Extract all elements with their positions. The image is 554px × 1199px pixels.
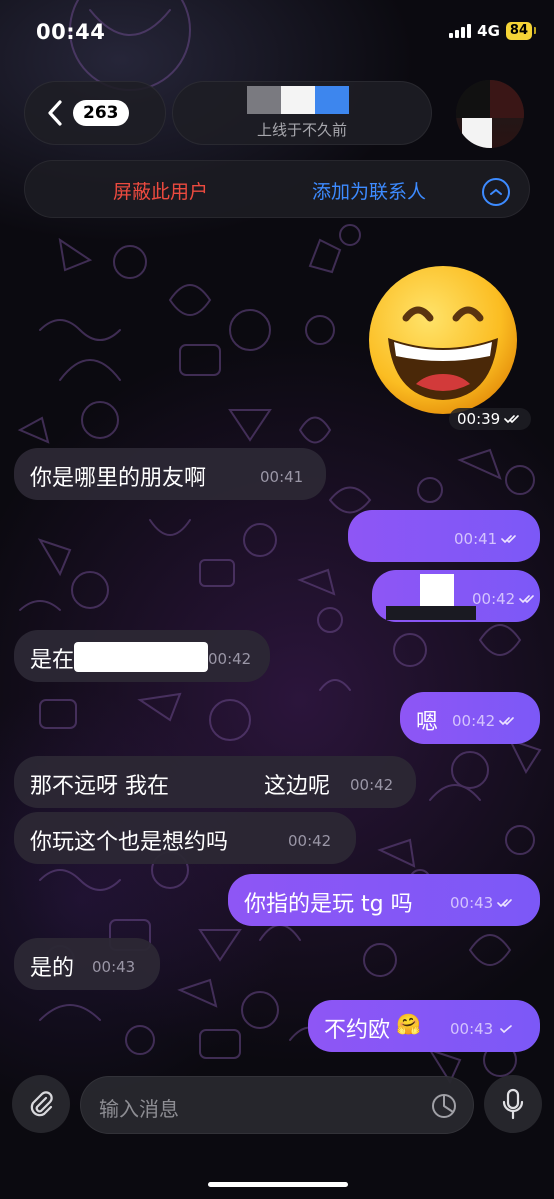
message-time: 00:42 [472,590,538,608]
message-incoming[interactable]: 你是哪里的朋友啊 00:41 [14,448,326,500]
contact-action-bar: 屏蔽此用户 添加为联系人 [24,160,530,218]
double-check-icon [519,595,535,604]
message-outgoing[interactable]: 00:42 [372,570,540,622]
paperclip-icon [30,1091,53,1117]
home-indicator [208,1182,348,1187]
attach-button[interactable] [12,1075,70,1133]
sticker-icon[interactable] [431,1093,457,1119]
message-incoming[interactable]: 是在 00:42 [14,630,270,682]
unread-count-badge: 263 [73,100,129,126]
message-incoming[interactable]: 你玩这个也是想约吗 00:42 [14,812,356,864]
sticker-timestamp: 00:39 [449,408,532,430]
chevron-left-icon [48,100,62,126]
message-text: 你指的是玩 tg 吗 [244,892,413,917]
grinning-face-sticker[interactable] [366,266,521,416]
message-placeholder: 输入消息 [99,1097,179,1121]
double-check-icon [504,415,520,424]
message-time: 00:43 [450,1020,516,1038]
microphone-icon [502,1088,524,1120]
message-time: 00:41 [454,530,520,548]
message-text: 你是哪里的朋友啊 [30,466,207,491]
message-outgoing[interactable]: 你指的是玩 tg 吗 00:43 [228,874,540,926]
message-text: 不约欧 [324,1018,391,1043]
status-indicators: 4G 84 [449,22,537,40]
chevron-up-icon [490,188,502,195]
message-outgoing[interactable]: 不约欧 🤗 00:43 [308,1000,540,1052]
network-type: 4G [477,22,500,40]
message-outgoing[interactable]: 嗯 00:42 [400,692,540,744]
chat-title[interactable]: 上线于不久前 [172,81,432,145]
avatar[interactable] [456,80,524,148]
double-check-icon [501,535,517,544]
message-time: 00:43 [450,894,516,912]
message-text: 你玩这个也是想约吗 [30,830,229,855]
message-time: 00:42 [452,712,518,730]
message-incoming[interactable]: 是的 00:43 [14,938,160,990]
message-incoming[interactable]: 那不远呀 我在 这边呢 00:42 [14,756,416,808]
redaction [386,606,476,620]
add-contact-button[interactable]: 添加为联系人 [312,177,426,204]
block-user-button[interactable]: 屏蔽此用户 [113,177,208,204]
message-text: 嗯 [416,710,439,735]
message-time: 00:42 [208,650,252,668]
message-time: 00:41 [260,468,304,486]
single-check-icon [500,1025,513,1034]
battery-icon: 84 [505,22,537,40]
message-input[interactable]: 输入消息 [80,1076,474,1134]
message-time: 00:43 [92,958,136,976]
message-outgoing[interactable]: 00:41 [348,510,540,562]
redaction [74,642,208,672]
last-seen-status: 上线于不久前 [256,121,347,139]
message-text: 那不远呀 我在 [30,774,169,799]
message-text: 这边呢 [264,774,331,799]
contact-name-redacted [247,86,349,114]
message-text: 是的 [30,956,75,981]
hugging-face-emoji: 🤗 [396,1012,421,1036]
message-text: 是在 [30,648,75,673]
message-time: 00:42 [350,776,394,794]
voice-record-button[interactable] [484,1075,542,1133]
back-button[interactable]: 263 [24,81,166,145]
redaction [420,574,454,606]
double-check-icon [497,899,513,908]
message-time: 00:42 [288,832,332,850]
status-time: 00:44 [36,20,106,44]
double-check-icon [499,717,515,726]
collapse-button[interactable] [482,178,510,206]
signal-icon [449,24,472,38]
